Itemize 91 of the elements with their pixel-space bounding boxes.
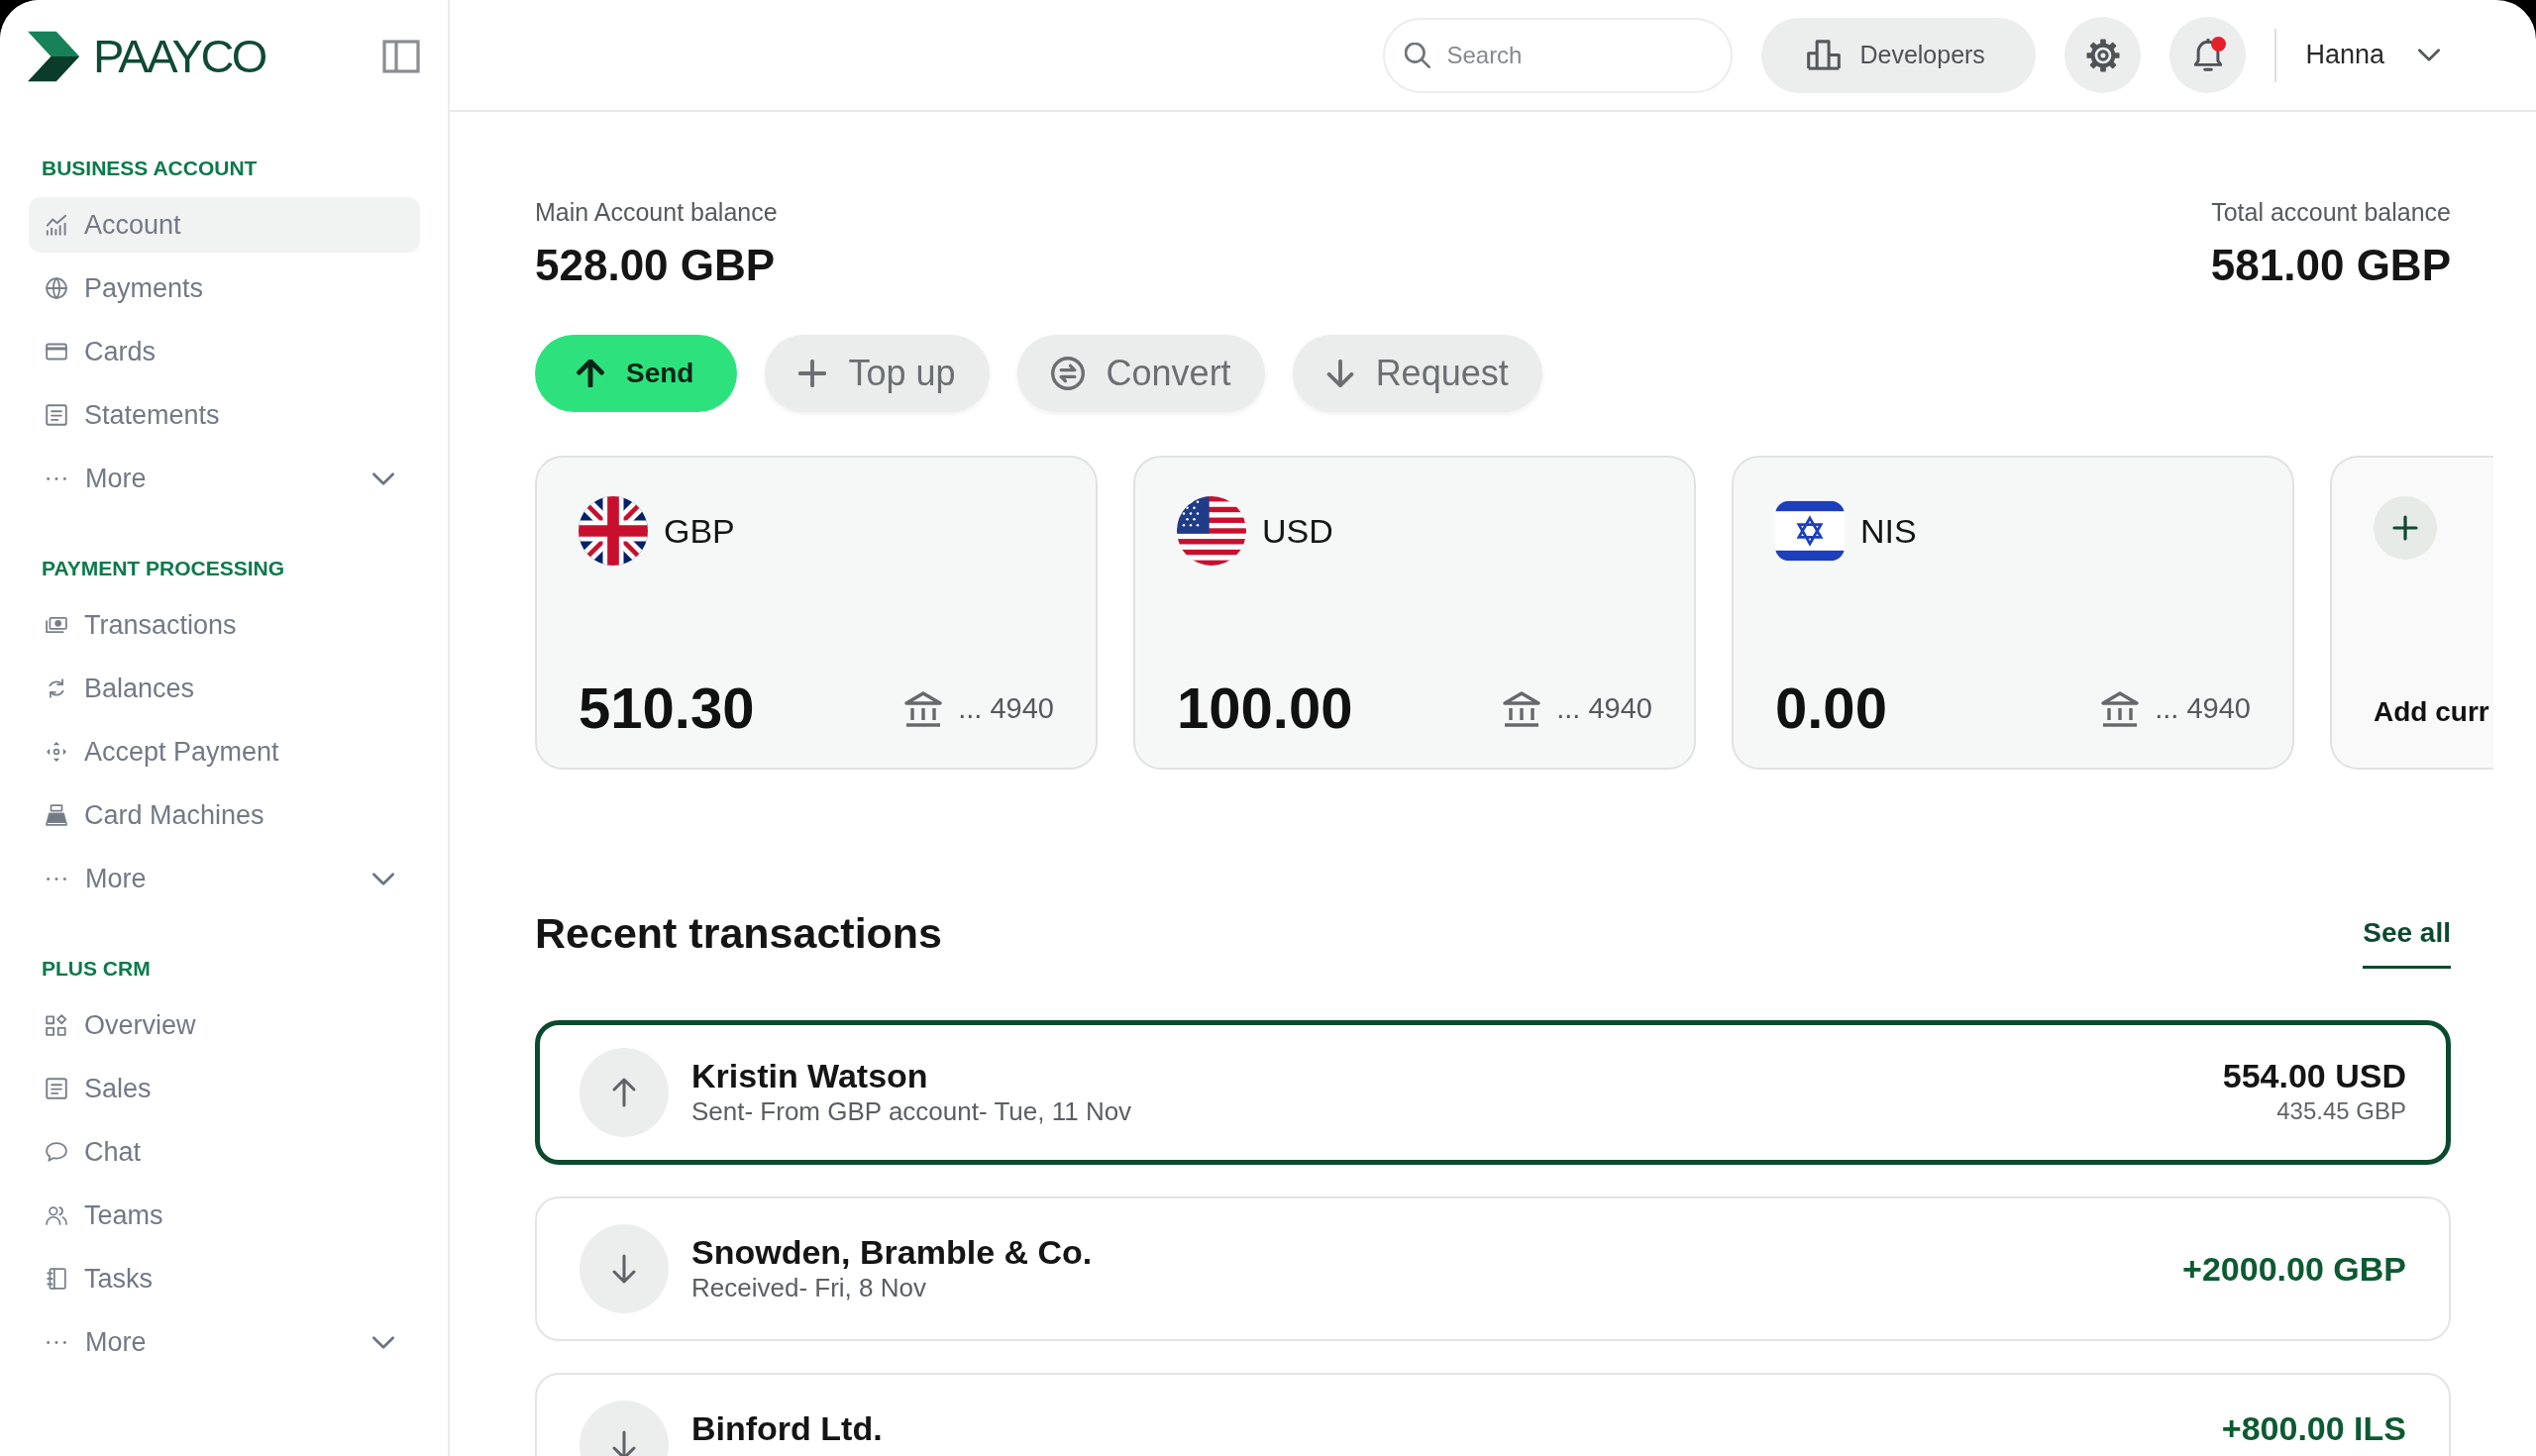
bar-chart-icon [46, 214, 67, 236]
nav-item[interactable]: Tasks [29, 1251, 420, 1306]
action-button[interactable]: Convert [1016, 335, 1265, 412]
globe-icon [46, 277, 67, 299]
balance-label: Main Account balance [535, 197, 778, 227]
banknote-icon [46, 614, 67, 636]
transaction-row[interactable]: Kristin Watson Sent- From GBP account- Tue, 11 Nov 554.00 USD 435.45 GBP [535, 1020, 2451, 1165]
nav-item[interactable]: Chat [29, 1124, 420, 1180]
document-icon [46, 1078, 67, 1099]
move-arrows-icon [46, 741, 67, 763]
balance-amount: 510.30 [579, 679, 755, 737]
balance-amount: 0.00 [1775, 679, 1887, 737]
brand-name: PAAYCO [93, 33, 265, 79]
balance-amount: 100.00 [1177, 679, 1353, 737]
balance-label: Total account balance [2210, 197, 2451, 227]
developers-button[interactable]: Developers [1761, 17, 2037, 93]
section-heading: BUSINESS ACCOUNT [42, 156, 259, 180]
more-nav-item[interactable]: More [29, 1314, 420, 1370]
grid-icon [46, 1014, 67, 1036]
action-button[interactable]: Send [535, 335, 738, 412]
nav-item[interactable]: Sales [29, 1061, 420, 1116]
nav-item[interactable]: Payments [29, 260, 420, 316]
currency-code: NIS [1860, 511, 1917, 551]
currency-code: GBP [664, 511, 735, 551]
nav-item[interactable]: Cards [29, 324, 420, 379]
section-heading: PLUS CRM [42, 957, 152, 981]
account-number: ... 4940 [2155, 691, 2251, 725]
arrow-down-icon [1325, 360, 1354, 387]
chevron-down-icon [2418, 49, 2440, 61]
counterparty-name: Kristin Watson [691, 1056, 929, 1095]
bell-icon [2193, 39, 2222, 71]
buildings-icon [1807, 40, 1842, 70]
credit-card-icon [46, 341, 67, 363]
action-button[interactable]: Top up [765, 335, 990, 412]
more-dots-icon [47, 876, 66, 882]
counterparty-name: Snowden, Bramble & Co. [691, 1232, 1094, 1272]
more-nav-item[interactable]: More [29, 851, 420, 906]
section-heading: PAYMENT PROCESSING [42, 557, 286, 580]
arrow-up-icon [580, 1048, 669, 1137]
nav-item[interactable]: Statements [29, 387, 420, 443]
chat-bubble-icon [46, 1141, 67, 1163]
currency-card[interactable]: USD 100.00 ... 4940 [1133, 456, 1696, 770]
see-all-link[interactable]: See all [2363, 916, 2451, 969]
transaction-amount: +2000.00 GBP [2182, 1249, 2406, 1289]
cash-register-icon [46, 804, 67, 826]
nav-item[interactable]: Accept Payment [29, 724, 420, 780]
transaction-row[interactable]: Binford Ltd. +800.00 ILS [535, 1373, 2451, 1456]
more-dots-icon [47, 1339, 66, 1345]
currency-card[interactable]: GBP 510.30 ... 4940 [535, 456, 1098, 770]
settings-icon [2085, 38, 2120, 72]
search-field[interactable]: Search [1383, 17, 1734, 93]
add-currency-card[interactable]: Add curr [2330, 456, 2493, 770]
transaction-details: Received- Fri, 8 Nov [691, 1273, 927, 1302]
add-currency-label: Add curr [2374, 696, 2489, 728]
nav-item[interactable]: Card Machines [29, 787, 420, 843]
more-dots-icon [47, 475, 66, 481]
arrow-up-icon [577, 360, 604, 387]
transaction-row[interactable]: Snowden, Bramble & Co. Received- Fri, 8 Nov +2000.00 GBP [535, 1196, 2451, 1341]
bank-icon [1503, 689, 1541, 727]
chevron-logo-icon [28, 30, 81, 82]
people-icon [46, 1204, 67, 1226]
nav-item[interactable]: Balances [29, 661, 420, 716]
transaction-amount: +800.00 ILS [2221, 1408, 2406, 1448]
converted-amount: 435.45 GBP [2275, 1096, 2406, 1126]
section-title: Recent transactions [535, 908, 943, 958]
plus-icon [2374, 496, 2437, 560]
nav-item[interactable]: Overview [29, 997, 420, 1053]
nav-item[interactable]: Teams [29, 1188, 420, 1243]
user-menu-button[interactable]: Hanna [2305, 40, 2440, 70]
nav-item[interactable]: Transactions [29, 597, 420, 653]
counterparty-name: Binford Ltd. [691, 1408, 884, 1448]
document-icon [46, 404, 67, 426]
bank-icon [2101, 689, 2140, 727]
nav-item[interactable]: Account [29, 197, 420, 253]
account-number: ... 4940 [958, 691, 1054, 725]
transaction-details: Sent- From GBP account- Tue, 11 Nov [691, 1096, 1133, 1126]
more-nav-item[interactable]: More [29, 451, 420, 506]
bank-icon [904, 689, 943, 727]
action-button[interactable]: Request [1292, 335, 1542, 412]
balance-amount: 528.00 GBP [535, 240, 777, 291]
convert-icon [1050, 357, 1085, 390]
notebook-icon [46, 1268, 67, 1290]
account-number: ... 4940 [1556, 691, 1652, 725]
currency-code: USD [1262, 511, 1333, 551]
arrow-down-icon [580, 1224, 669, 1313]
balance-amount: 581.00 GBP [2210, 240, 2451, 291]
plus-icon [798, 360, 827, 387]
search-icon [1405, 42, 1431, 68]
sidebar-toggle-icon[interactable] [382, 39, 420, 73]
currency-card[interactable]: NIS 0.00 ... 4940 [1732, 456, 2294, 770]
transaction-amount: 554.00 USD [2222, 1056, 2406, 1095]
